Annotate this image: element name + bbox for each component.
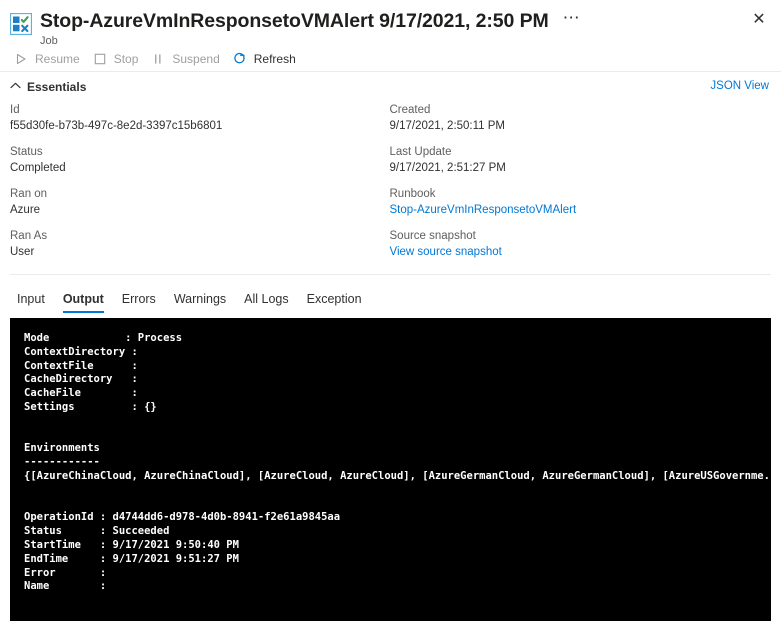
essentials-toggle[interactable]: Essentials — [0, 80, 781, 94]
essentials-field-last-update: Last Update 9/17/2021, 2:51:27 PM — [390, 144, 770, 176]
output-console-panel[interactable]: Mode : Process ContextDirectory : Contex… — [10, 318, 771, 621]
suspend-label: Suspend — [172, 51, 220, 66]
essentials-field-ran-as: Ran As User — [10, 228, 390, 260]
essentials-heading: Essentials — [27, 80, 87, 94]
field-label: Ran As — [10, 230, 48, 242]
automation-job-icon — [9, 12, 33, 36]
title-line: Stop-AzureVmInResponsetoVMAlert 9/17/202… — [40, 9, 769, 33]
tab-input[interactable]: Input — [8, 289, 54, 313]
resume-label: Resume — [35, 51, 80, 66]
field-value: f55d30fe-b73b-497c-8e2d-3397c15b6801 — [10, 120, 223, 132]
field-value: Azure — [10, 204, 41, 216]
field-label: Ran on — [10, 188, 48, 200]
header-row: Stop-AzureVmInResponsetoVMAlert 9/17/202… — [0, 6, 781, 49]
essentials-field-created: Created 9/17/2021, 2:50:11 PM — [390, 102, 770, 134]
stop-square-icon — [93, 52, 107, 66]
essentials-field-source-snapshot: Source snapshot View source snapshot — [390, 228, 770, 260]
essentials-divider — [10, 274, 771, 275]
resume-button[interactable]: Resume — [10, 49, 89, 69]
field-label: Runbook — [389, 188, 436, 200]
refresh-label: Refresh — [253, 51, 296, 66]
tab-all-logs[interactable]: All Logs — [235, 289, 297, 313]
refresh-icon — [233, 52, 247, 66]
close-icon[interactable]: ✕ — [747, 8, 771, 32]
field-label: Status — [10, 146, 43, 158]
play-icon — [14, 52, 28, 66]
refresh-button[interactable]: Refresh — [229, 49, 305, 69]
field-value: 9/17/2021, 2:50:11 PM — [389, 120, 506, 132]
header-text: Stop-AzureVmInResponsetoVMAlert 9/17/202… — [40, 9, 769, 49]
pause-icon — [151, 52, 165, 66]
runbook-link[interactable]: Stop-AzureVmInResponsetoVMAlert — [390, 202, 770, 218]
tab-exception[interactable]: Exception — [298, 289, 371, 313]
essentials-field-ran-on: Ran on Azure — [10, 186, 390, 218]
page-subtitle: Job — [40, 35, 58, 47]
blade-header: Stop-AzureVmInResponsetoVMAlert 9/17/202… — [0, 0, 781, 49]
view-source-snapshot-link[interactable]: View source snapshot — [390, 244, 770, 260]
field-label: Source snapshot — [389, 230, 476, 242]
page-title: Stop-AzureVmInResponsetoVMAlert 9/17/202… — [40, 10, 549, 32]
tab-warnings[interactable]: Warnings — [165, 289, 235, 313]
tab-errors[interactable]: Errors — [113, 289, 165, 313]
command-bar: Resume Stop Suspend Refresh — [0, 46, 781, 72]
stop-button[interactable]: Stop — [89, 49, 148, 69]
essentials-field-id: Id f55d30fe-b73b-497c-8e2d-3397c15b6801 — [10, 102, 390, 134]
tab-output[interactable]: Output — [54, 289, 113, 313]
essentials-field-runbook: Runbook Stop-AzureVmInResponsetoVMAlert — [390, 186, 770, 218]
field-value: User — [10, 246, 35, 258]
stop-label: Stop — [113, 51, 139, 66]
suspend-button[interactable]: Suspend — [147, 49, 228, 69]
essentials-right-column: Created 9/17/2021, 2:50:11 PM Last Updat… — [390, 102, 770, 270]
field-label: Id — [10, 104, 20, 116]
more-options-icon[interactable]: ⋯ — [559, 9, 584, 31]
field-label: Created — [389, 104, 431, 116]
output-console-text: Mode : Process ContextDirectory : Contex… — [24, 332, 771, 593]
essentials-section: Essentials JSON View Id f55d30fe-b73b-49… — [0, 72, 781, 275]
essentials-grid: Id f55d30fe-b73b-497c-8e2d-3397c15b6801 … — [0, 102, 781, 270]
essentials-field-status: Status Completed — [10, 144, 390, 176]
field-label: Last Update — [389, 146, 452, 158]
tab-bar: Input Output Errors Warnings All Logs Ex… — [0, 275, 781, 313]
essentials-left-column: Id f55d30fe-b73b-497c-8e2d-3397c15b6801 … — [10, 102, 390, 270]
chevron-up-icon — [10, 82, 21, 92]
field-value: Completed — [10, 162, 66, 174]
field-value: 9/17/2021, 2:51:27 PM — [389, 162, 506, 174]
json-view-link[interactable]: JSON View — [710, 80, 769, 92]
